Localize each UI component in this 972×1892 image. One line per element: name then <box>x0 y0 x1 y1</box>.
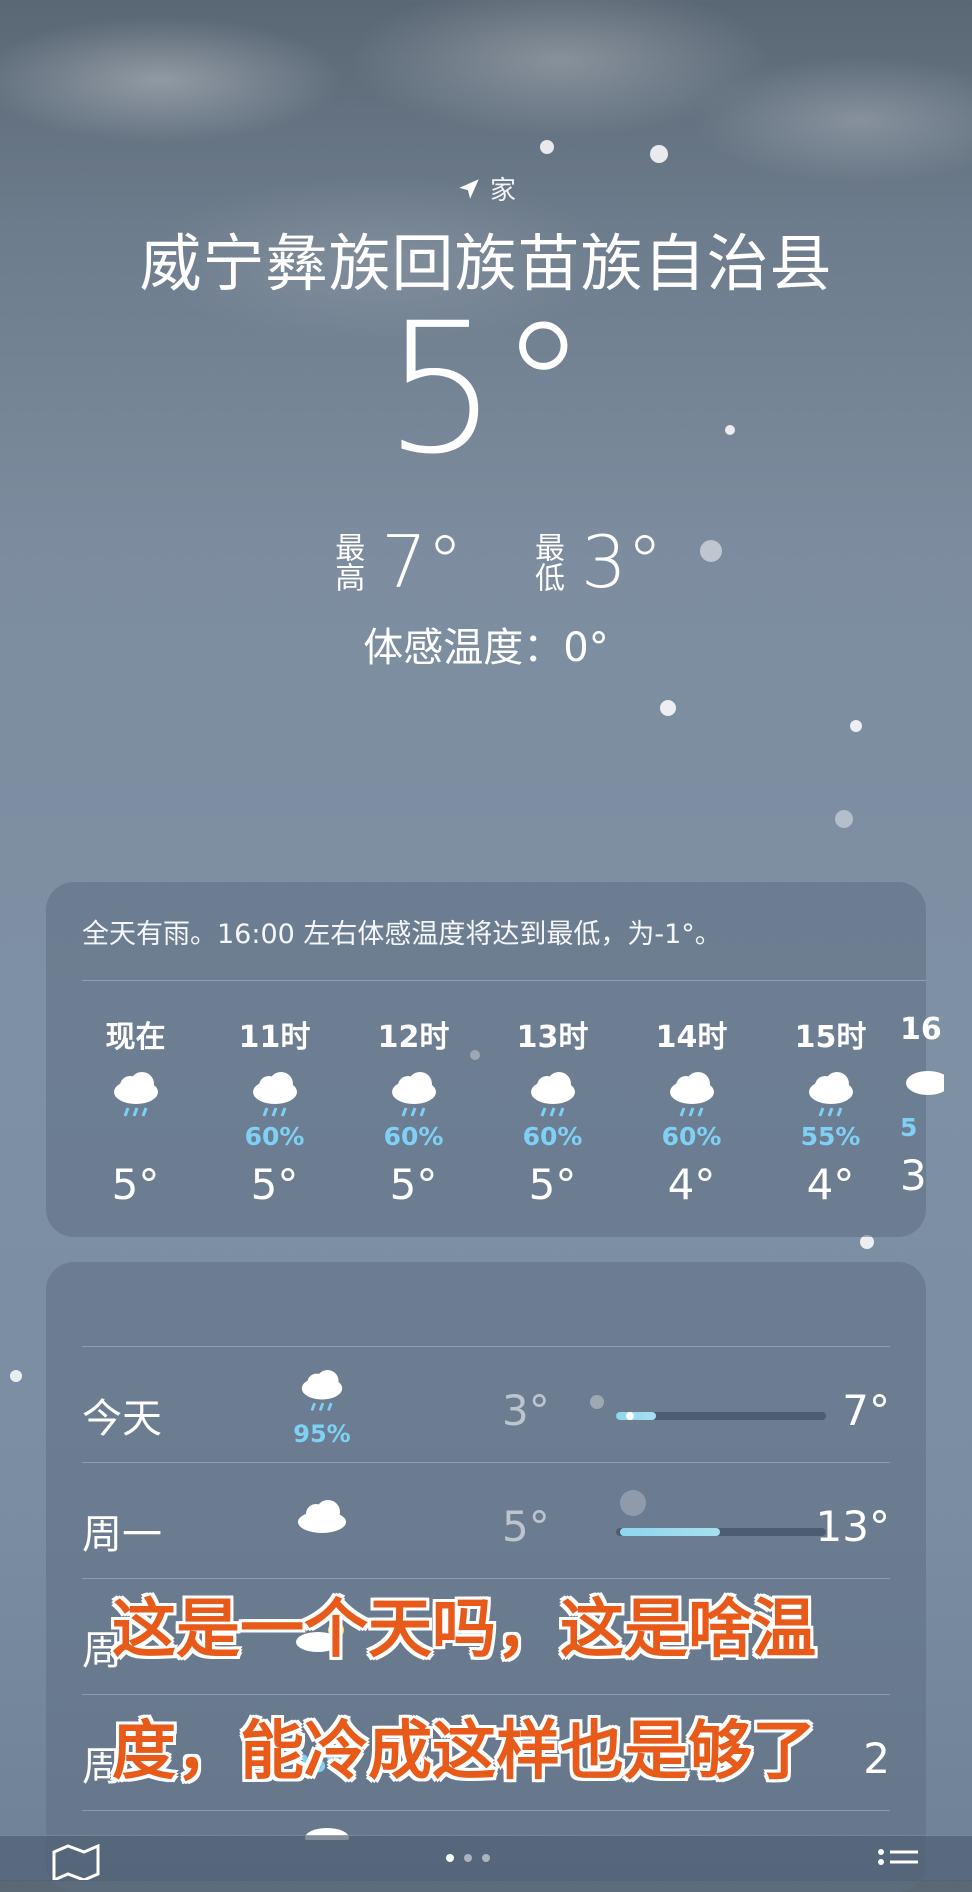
high-low-row: 最高 7° 最低 3° <box>0 520 972 604</box>
hour-label: 现在 <box>105 1020 166 1055</box>
hour-item: 13时 60% 5° <box>483 1012 622 1209</box>
day-low: 3° <box>502 1386 550 1435</box>
hourly-list[interactable]: 现在 5° 11时 60% 5° 12时 60% 5° 13时 60% 5° 1… <box>66 1012 944 1209</box>
cloud-rain-icon <box>900 1063 944 1113</box>
hourly-summary: 全天有雨。16:00 左右体感温度将达到最低，为-1°。 <box>82 919 722 950</box>
day-low: 5° <box>502 1502 550 1551</box>
snowflake <box>10 1370 22 1382</box>
temp-range-bar <box>616 1528 826 1536</box>
page-dot <box>482 1854 490 1862</box>
feels-like: 体感温度：0° <box>363 625 609 671</box>
hour-temp: 3 <box>900 1151 927 1200</box>
day-row[interactable]: 周一 5° 13° <box>82 1468 890 1580</box>
snowflake <box>860 1235 874 1249</box>
cloud-rain-icon <box>205 1072 344 1122</box>
hour-temp: 4° <box>806 1160 855 1209</box>
hourly-forecast-card[interactable]: 全天有雨。16:00 左右体感温度将达到最低，为-1°。 现在 5° 11时 6… <box>46 882 944 1237</box>
list-icon[interactable] <box>876 1846 920 1878</box>
divider <box>82 1462 890 1463</box>
hour-precip: 60% <box>522 1122 583 1151</box>
day-precip: 95% <box>293 1420 351 1448</box>
page-indicator[interactable] <box>446 1854 490 1862</box>
hour-temp: 5° <box>528 1160 577 1209</box>
hour-label: 15时 <box>794 1020 867 1055</box>
high-temperature: 7° <box>381 520 463 604</box>
low-temperature: 3° <box>581 520 663 604</box>
caption-line-1: 这是一个天吗，这是啥温 <box>112 1593 816 1667</box>
divider <box>82 1346 890 1347</box>
low-label: 最低 <box>495 532 564 592</box>
cloud-rain-icon <box>761 1072 900 1122</box>
hour-item: 11时 60% 5° <box>205 1012 344 1209</box>
day-row[interactable]: 今天 95% 3° 7° <box>82 1352 890 1464</box>
temp-range-fill <box>620 1528 720 1536</box>
hour-temp: 4° <box>667 1160 716 1209</box>
hour-item: 15时 55% 4° <box>761 1012 900 1209</box>
page-dot <box>464 1854 472 1862</box>
hour-precip: 5 <box>900 1113 918 1142</box>
hour-label: 12时 <box>377 1020 450 1055</box>
divider <box>82 1694 890 1695</box>
location-label: 家 <box>489 176 516 206</box>
snowflake <box>650 145 668 163</box>
divider <box>82 980 926 981</box>
hour-precip <box>66 1122 205 1154</box>
low-label-text: 最低 <box>529 532 564 592</box>
high-label-text: 最高 <box>329 532 365 592</box>
hour-temp: 5° <box>250 1160 299 1209</box>
daily-forecast-card[interactable]: 今天 95% 3° 7° 周一 5° 13° 周 周 35% 2 <box>46 1262 926 1892</box>
hour-label: 11时 <box>238 1020 311 1055</box>
current-temp-dot <box>626 1412 634 1420</box>
cloud-rain-icon <box>483 1072 622 1122</box>
hour-label: 16 <box>900 1012 942 1047</box>
cloud-rain-icon <box>344 1072 483 1122</box>
page-dot <box>446 1854 454 1862</box>
hour-item: 14时 60% 4° <box>622 1012 761 1209</box>
snowflake <box>835 810 853 828</box>
caption-line-2: 度，能冷成这样也是够了 <box>112 1715 816 1789</box>
divider <box>82 1810 890 1811</box>
hour-label: 13时 <box>516 1020 589 1055</box>
hour-precip: 60% <box>244 1122 305 1151</box>
high-label: 最高 <box>295 532 365 592</box>
day-name: 今天 <box>82 1396 162 1442</box>
snowflake <box>540 140 554 154</box>
hour-precip: 60% <box>383 1122 444 1151</box>
temp-range-bar <box>616 1412 826 1420</box>
snowflake <box>660 700 676 716</box>
current-temperature: 5° <box>383 285 589 494</box>
day-high: 7° <box>842 1386 890 1435</box>
location-label-row: 家 <box>0 170 972 207</box>
hour-item-partial: 16 5 3 <box>900 1012 944 1209</box>
cloud-rain-icon: 95% <box>292 1370 352 1448</box>
snowflake <box>850 720 862 732</box>
hour-item: 12时 60% 5° <box>344 1012 483 1209</box>
hour-temp: 5° <box>389 1160 438 1209</box>
location-header: 家 威宁彝族回族苗族自治县 <box>0 170 972 303</box>
cloud-rain-icon <box>66 1072 205 1122</box>
day-name: 周一 <box>82 1512 162 1558</box>
hour-item: 现在 5° <box>66 1012 205 1209</box>
cloud-rain-icon <box>622 1072 761 1122</box>
hour-temp: 5° <box>111 1160 160 1209</box>
map-icon[interactable] <box>50 1844 102 1880</box>
day-high: 13° <box>815 1502 890 1551</box>
temp-range-fill <box>616 1412 656 1420</box>
bottom-toolbar <box>0 1835 972 1881</box>
hour-label: 14时 <box>655 1020 728 1055</box>
cloud-icon <box>292 1498 352 1538</box>
hour-precip: 60% <box>661 1122 722 1151</box>
location-arrow-icon <box>459 178 479 199</box>
hour-precip: 55% <box>800 1122 861 1151</box>
